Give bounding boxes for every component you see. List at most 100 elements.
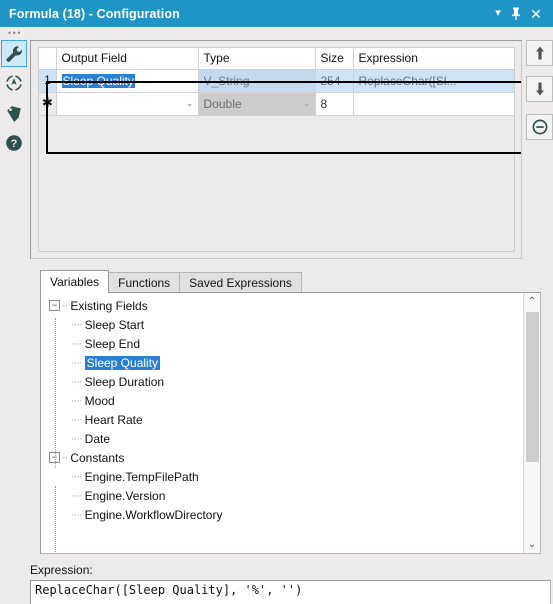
cell-output-field[interactable]: ⌄: [56, 92, 199, 116]
size-value: 8: [320, 96, 328, 111]
tree-guide-line: [55, 486, 56, 553]
tree-item-label: Sleep Start: [84, 317, 145, 332]
list-item[interactable]: ···· Mood: [49, 391, 523, 410]
list-item[interactable]: ···· Sleep Duration: [49, 372, 523, 391]
tree-item-label: Date: [84, 431, 111, 446]
tab-functions-label: Functions: [118, 276, 171, 290]
tree-group-constants[interactable]: − ·· Constants: [49, 448, 523, 467]
wrench-icon: [5, 45, 23, 63]
move-up-button[interactable]: [526, 40, 553, 66]
expression-label: Expression:: [30, 563, 93, 577]
type-combo[interactable]: Double ⌄: [198, 92, 315, 115]
compass-icon: [5, 73, 23, 92]
row-focus-border-left: [46, 81, 48, 154]
configuration-content: Output Field Type Size Expression 1: [28, 27, 553, 604]
tree-item-label: Engine.WorkflowDirectory: [84, 507, 223, 522]
tree-dash: ····: [71, 489, 83, 502]
tree-item-label: Sleep End: [84, 336, 141, 351]
tab-saved-expressions[interactable]: Saved Expressions: [179, 272, 302, 293]
tab-variables[interactable]: Variables: [40, 270, 110, 293]
tool-icon-rail: ••• ?: [0, 27, 28, 604]
formula-grid[interactable]: Output Field Type Size Expression 1: [38, 47, 521, 252]
cell-type[interactable]: Double ⌄: [198, 92, 316, 116]
list-item[interactable]: ···· Sleep End: [49, 334, 523, 353]
grid-empty-area: [40, 120, 513, 250]
variables-tree-panel: − ·· Existing Fields ···· Sleep Start ··…: [40, 292, 541, 554]
scroll-down-icon[interactable]: ⌄: [524, 536, 540, 553]
remove-row-button[interactable]: [526, 114, 553, 140]
output-field-combo[interactable]: ⌄: [57, 93, 198, 115]
scrollbar-thumb[interactable]: [526, 312, 539, 462]
variables-tree[interactable]: − ·· Existing Fields ···· Sleep Start ··…: [41, 296, 523, 553]
tree-item-label: Engine.Version: [84, 488, 166, 503]
table-row[interactable]: ✱ ⌄ Double ⌄: [39, 92, 514, 116]
cell-size[interactable]: 8: [315, 92, 354, 116]
arrow-down-icon: [533, 81, 547, 97]
tree-dash: ····: [71, 394, 83, 407]
type-value: Double: [203, 96, 242, 111]
tree-dash: ····: [71, 375, 83, 388]
tree-item-label: Sleep Quality: [84, 355, 161, 370]
tab-functions[interactable]: Functions: [108, 272, 181, 293]
page-title: Formula (18) - Configuration: [9, 6, 180, 21]
list-item[interactable]: ···· Date: [49, 429, 523, 448]
tree-item-label: Engine.TempFilePath: [84, 469, 199, 484]
title-bar: Formula (18) - Configuration ▾ ✕: [0, 0, 553, 27]
tree-item-label: Heart Rate: [84, 412, 143, 427]
list-item[interactable]: ···· Engine.TempFilePath: [49, 467, 523, 486]
close-icon[interactable]: ✕: [525, 3, 547, 25]
tree-dash: ··: [62, 451, 68, 464]
column-header-size[interactable]: Size: [315, 48, 354, 70]
column-header-output-field[interactable]: Output Field: [56, 48, 199, 70]
svg-text:?: ?: [11, 138, 18, 150]
list-item[interactable]: ···· Engine.Version: [49, 486, 523, 505]
formula-configuration-window: Formula (18) - Configuration ▾ ✕ ••• ? O…: [0, 0, 553, 604]
pin-icon[interactable]: [507, 3, 525, 25]
chevron-down-icon[interactable]: ⌄: [182, 98, 198, 109]
chevron-down-icon[interactable]: ⌄: [299, 98, 315, 109]
rail-item-configuration[interactable]: [1, 40, 27, 67]
tree-scrollbar[interactable]: ⌃ ⌄: [523, 293, 540, 553]
tree-guide-line: [55, 318, 56, 468]
collapse-toggle-icon[interactable]: −: [49, 300, 60, 311]
tree-dash: ····: [71, 318, 83, 331]
expression-editor[interactable]: ReplaceChar([Sleep Quality], '%', ''): [30, 580, 551, 604]
column-header-row-index: [39, 48, 57, 70]
tree-dash: ··: [62, 299, 68, 312]
expression-text[interactable]: ReplaceChar([Sleep Quality], '%', ''): [31, 581, 550, 597]
rail-item-label[interactable]: [1, 98, 27, 127]
column-header-expression[interactable]: Expression: [353, 48, 514, 70]
list-item[interactable]: ···· Heart Rate: [49, 410, 523, 429]
move-down-button[interactable]: [526, 76, 553, 102]
column-header-type[interactable]: Type: [198, 48, 316, 70]
grid-action-buttons: [526, 40, 553, 150]
rail-grip[interactable]: •••: [0, 27, 28, 40]
tree-group-existing-fields[interactable]: − ·· Existing Fields: [49, 296, 523, 315]
tree-dash: ····: [71, 413, 83, 426]
list-item[interactable]: ···· Sleep Start: [49, 315, 523, 334]
tree-group-label: Constants: [70, 450, 125, 465]
tab-saved-expressions-label: Saved Expressions: [189, 276, 292, 290]
question-icon: ?: [5, 134, 23, 152]
tree-dash: ····: [71, 470, 83, 483]
variables-tabstrip: Variables Functions Saved Expressions: [40, 270, 302, 293]
minus-circle-icon: [532, 119, 548, 135]
list-item[interactable]: ···· Engine.WorkflowDirectory: [49, 505, 523, 524]
rail-item-help[interactable]: ?: [1, 128, 27, 157]
tree-dash: ····: [71, 337, 83, 350]
table-header-row: Output Field Type Size Expression: [39, 48, 514, 70]
chevron-down-icon[interactable]: ▾: [489, 3, 507, 25]
tab-variables-label: Variables: [50, 275, 100, 289]
tree-item-label: Sleep Duration: [84, 374, 165, 389]
rail-item-annotation[interactable]: [1, 68, 27, 97]
tag-icon: [5, 104, 23, 122]
tree-group-label: Existing Fields: [70, 298, 148, 313]
list-item-selected[interactable]: ···· Sleep Quality: [49, 353, 523, 372]
cell-expression[interactable]: [353, 92, 514, 116]
row-focus-border-top: [46, 81, 521, 83]
tree-item-label: Mood: [84, 393, 115, 408]
tree-dash: ····: [71, 356, 83, 369]
scroll-up-icon[interactable]: ⌃: [524, 293, 540, 310]
panel-splitter[interactable]: [30, 263, 551, 267]
formula-grid-panel: Output Field Type Size Expression 1: [30, 40, 522, 259]
